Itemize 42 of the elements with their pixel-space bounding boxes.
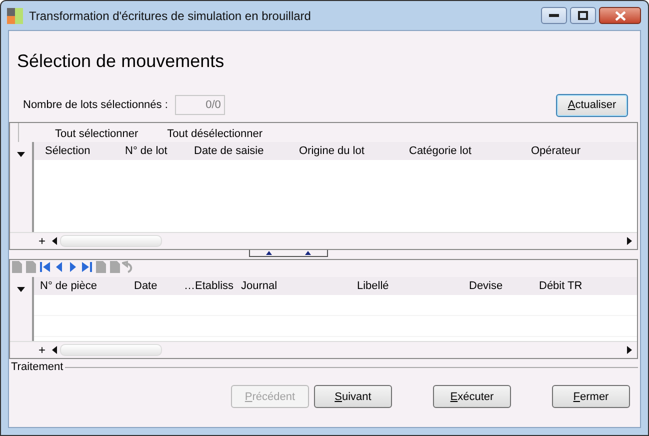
scroll-right-icon[interactable] xyxy=(627,237,632,245)
toolbar-link[interactable]: Tout désélectionner xyxy=(167,128,263,142)
column-header[interactable]: N° de lot xyxy=(125,145,194,157)
column-header[interactable]: Catégorie lot xyxy=(409,145,531,157)
column-header[interactable]: Sélection xyxy=(45,145,125,157)
dropdown-icon[interactable] xyxy=(17,152,25,157)
column-header[interactable]: Débit TR xyxy=(539,280,629,292)
dropdown-icon[interactable] xyxy=(17,287,25,292)
add-button[interactable]: + xyxy=(35,343,49,357)
maximize-icon xyxy=(578,11,588,20)
last-record-icon[interactable] xyxy=(80,260,94,274)
minimize-icon xyxy=(549,14,559,18)
column-header[interactable]: N° de pièce xyxy=(40,280,134,292)
action-button[interactable]: Exécuter xyxy=(433,385,511,408)
count-label: Nombre de lots sélectionnés : xyxy=(23,99,168,111)
splitter-handle[interactable] xyxy=(249,250,328,257)
column-header[interactable]: Journal xyxy=(241,280,357,292)
close-icon xyxy=(614,10,626,20)
close-button[interactable] xyxy=(599,7,641,24)
app-icon xyxy=(7,8,23,24)
column-header[interactable]: Libellé xyxy=(357,280,469,292)
column-header[interactable]: Origine du lot xyxy=(299,145,409,157)
scroll-right-icon[interactable] xyxy=(627,346,632,354)
count-field[interactable]: 0/0 xyxy=(174,95,225,115)
refresh-button[interactable]: Actualiser xyxy=(556,94,628,116)
minimize-button[interactable] xyxy=(541,7,567,24)
column-header[interactable]: Date de saisie xyxy=(194,145,299,157)
column-header[interactable]: Devise xyxy=(469,280,539,292)
column-header[interactable]: …Etabliss xyxy=(184,280,241,292)
action-button[interactable]: Fermer xyxy=(552,385,630,408)
action-button[interactable]: Suivant xyxy=(314,385,392,408)
first-record-icon[interactable] xyxy=(38,260,52,274)
scroll-left-icon[interactable] xyxy=(52,237,57,245)
window-title: Transformation d'écritures de simulation en brouillard xyxy=(29,8,311,22)
add-button[interactable]: + xyxy=(35,234,49,248)
page-heading: Sélection de mouvements xyxy=(17,51,226,73)
column-header[interactable]: Opérateur xyxy=(531,145,631,157)
group-label: Traitement xyxy=(11,361,64,373)
column-header[interactable]: Date xyxy=(134,280,184,292)
maximize-button[interactable] xyxy=(570,7,596,24)
toolbar-link[interactable]: Tout sélectionner xyxy=(55,128,138,142)
scroll-left-icon[interactable] xyxy=(52,346,57,354)
